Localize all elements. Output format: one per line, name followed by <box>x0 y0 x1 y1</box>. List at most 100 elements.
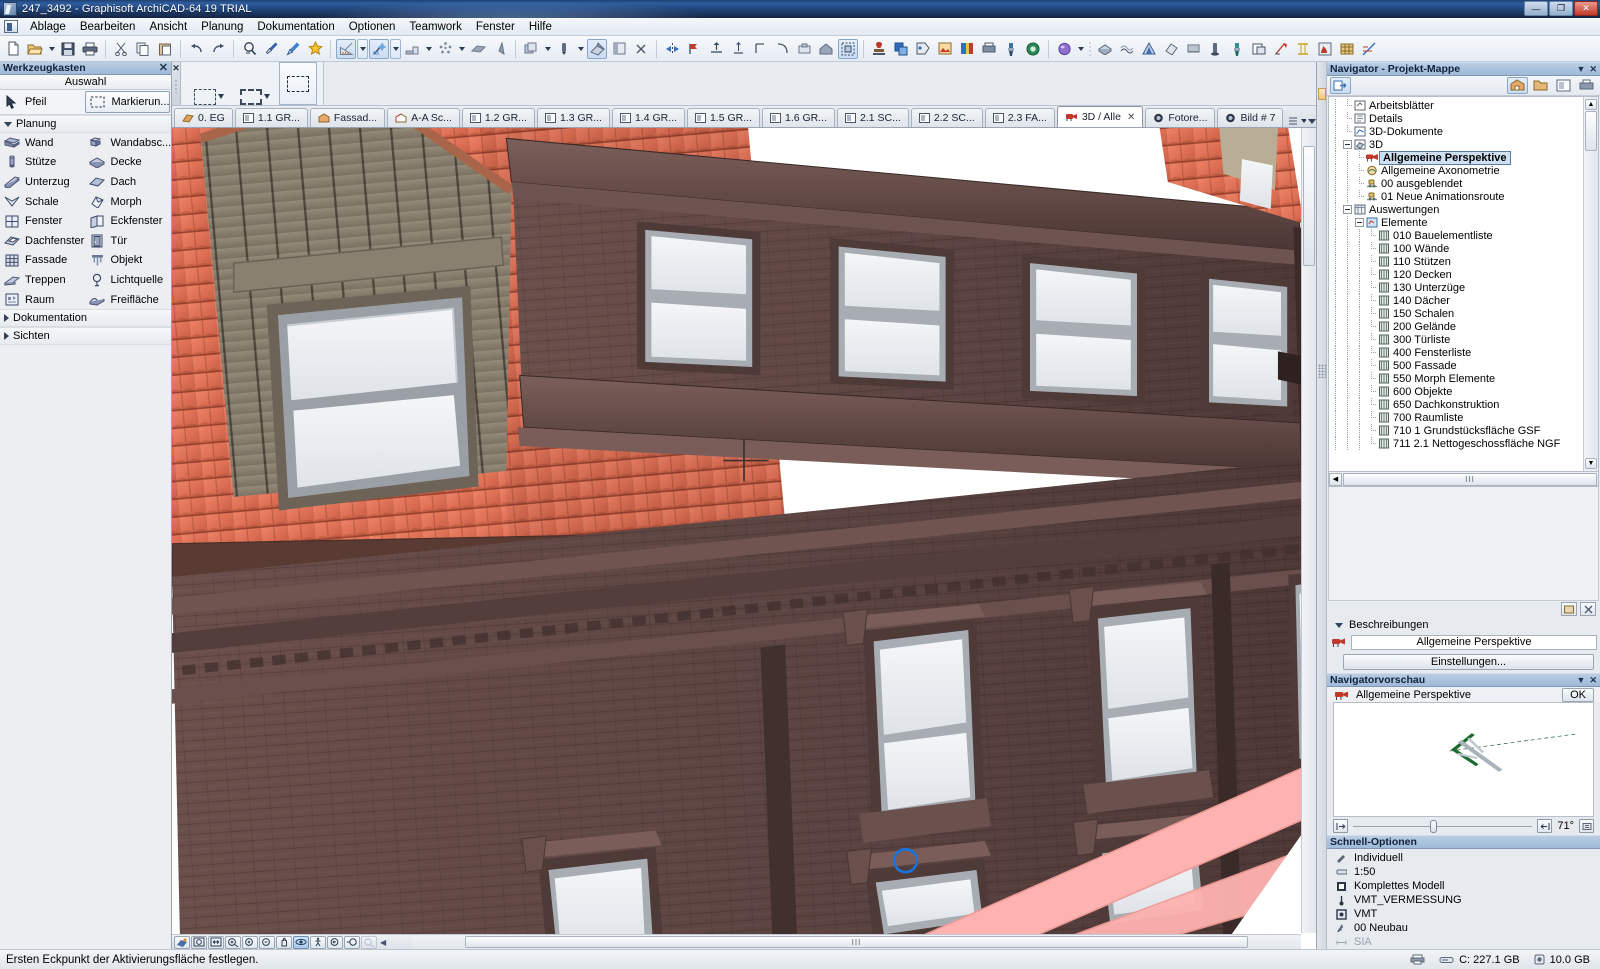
navigator-mode-icon[interactable] <box>1330 77 1351 94</box>
fillet-icon[interactable] <box>772 39 792 59</box>
fire-safety-icon[interactable] <box>1315 39 1335 59</box>
tree-item-200-gel-nde[interactable]: 200 Gelände <box>1329 320 1583 333</box>
open-dropdown-icon[interactable] <box>46 39 57 59</box>
tree-hscroll-thumb[interactable]: III <box>1343 473 1597 486</box>
settings-button[interactable]: Einstellungen... <box>1343 654 1594 670</box>
paint-icon[interactable] <box>1001 39 1021 59</box>
tool-raum[interactable]: Raum <box>0 290 86 310</box>
save-icon[interactable] <box>58 39 78 59</box>
pen-weight-icon[interactable] <box>554 39 574 59</box>
copy-settings-icon[interactable] <box>891 39 911 59</box>
navigator-collapse-icon[interactable]: ▼ <box>1577 64 1586 74</box>
prev-zoom-icon[interactable] <box>327 936 343 949</box>
tool-wandabschluss[interactable]: Wandabsc... <box>86 133 172 153</box>
group-icon[interactable] <box>794 39 814 59</box>
tab-a-a-schnitt[interactable]: A-A Sc... <box>387 108 460 127</box>
tab-1-6-gr[interactable]: 1.6 GR... <box>762 108 835 127</box>
tool-fenster[interactable]: Fenster <box>0 211 86 231</box>
tree-expander[interactable] <box>1341 203 1353 216</box>
navigator-close-icon[interactable]: ✕ <box>1589 64 1597 75</box>
copy-icon[interactable] <box>133 39 153 59</box>
zoom-window-icon[interactable] <box>191 936 207 949</box>
zoom-reset-icon[interactable] <box>361 936 377 949</box>
tree-item-01-neue-animationsroute[interactable]: 01 Neue Animationsroute <box>1329 190 1583 203</box>
preview-settings-icon[interactable] <box>1579 819 1594 833</box>
tree-item-400-fensterliste[interactable]: 400 Fensterliste <box>1329 346 1583 359</box>
next-zoom-icon[interactable] <box>344 936 360 949</box>
marquee-thin-dropdown-icon[interactable] <box>218 94 224 99</box>
tool-dach[interactable]: Dach <box>86 172 172 192</box>
maximize-button[interactable]: ❐ <box>1549 1 1573 16</box>
energy-icon[interactable] <box>1023 39 1043 59</box>
group-planung[interactable]: Planung <box>0 115 171 133</box>
menu-item-hilfe[interactable]: Hilfe <box>522 19 559 35</box>
group-dokumentation[interactable]: Dokumentation <box>0 309 171 327</box>
tab-overflow-icon[interactable] <box>1308 119 1316 124</box>
tree-item-710-1-grundst-cksfl-che-gsf[interactable]: 710 1 Grundstücksfläche GSF <box>1329 424 1583 437</box>
widen-angle-icon[interactable] <box>1333 819 1348 833</box>
quick-option-00-neubau[interactable]: 00 Neubau <box>1327 921 1600 935</box>
marquee-thick-tool[interactable] <box>233 62 277 105</box>
tool-wand[interactable]: Wand <box>0 133 86 153</box>
tool-unterzug[interactable]: Unterzug <box>0 172 86 192</box>
tool-fassade[interactable]: Fassade <box>0 251 86 271</box>
quick-option-vmt-vermessung[interactable]: VMT_VERMESSUNG <box>1327 893 1600 907</box>
syringe-icon[interactable] <box>283 39 303 59</box>
menu-item-ablage[interactable]: Ablage <box>23 19 73 35</box>
palette-grip[interactable]: ✕ <box>172 62 181 105</box>
undo-icon[interactable] <box>186 39 206 59</box>
grid-tool-icon[interactable] <box>1359 39 1379 59</box>
menu-item-planung[interactable]: Planung <box>194 19 250 35</box>
close-button[interactable]: ✕ <box>1574 1 1598 16</box>
preview-close-icon[interactable]: ✕ <box>1589 675 1597 686</box>
viewport-hscrollbar[interactable]: III <box>412 934 1301 949</box>
tree-item-140-d-cher[interactable]: 140 Dächer <box>1329 294 1583 307</box>
palette-close-icon[interactable]: ✕ <box>172 64 180 73</box>
tree-expander[interactable] <box>1341 138 1353 151</box>
favorites-star-icon[interactable] <box>305 39 325 59</box>
tab-1-4-gr[interactable]: 1.4 GR... <box>612 108 685 127</box>
tree-vscrollbar[interactable]: ▲ ▼ <box>1583 97 1598 471</box>
open-icon[interactable] <box>25 39 45 59</box>
mirror-icon[interactable] <box>662 39 682 59</box>
angle-slider[interactable] <box>1353 819 1532 833</box>
pan-icon[interactable] <box>276 936 292 949</box>
mesh-tool-icon[interactable] <box>1117 39 1137 59</box>
project-map-icon[interactable] <box>1507 77 1528 94</box>
tool-freiflaeche[interactable]: Freifläche <box>86 290 172 310</box>
tree-expander[interactable] <box>1353 216 1365 229</box>
tool-decke[interactable]: Decke <box>86 153 172 173</box>
explore-icon[interactable] <box>310 936 326 949</box>
snap-points-dropdown-icon[interactable] <box>456 39 467 59</box>
tab-1-3-gr[interactable]: 1.3 GR... <box>537 108 610 127</box>
door-schedule-icon[interactable] <box>1249 39 1269 59</box>
zoom-in-icon[interactable] <box>242 936 258 949</box>
menu-item-optionen[interactable]: Optionen <box>342 19 403 35</box>
align-icon[interactable] <box>728 39 748 59</box>
marquee-active-tool[interactable] <box>279 62 317 105</box>
tool-lichtquelle[interactable]: Lichtquelle <box>86 270 172 290</box>
tool-tuer[interactable]: Tür <box>86 231 172 251</box>
close-view-icon[interactable] <box>631 39 651 59</box>
tree-item-010-bauelementliste[interactable]: 010 Bauelementliste <box>1329 229 1583 242</box>
quick-option-sia[interactable]: SIA <box>1327 935 1600 949</box>
menu-item-ansicht[interactable]: Ansicht <box>142 19 194 35</box>
marquee-thick-dropdown-icon[interactable] <box>264 94 270 99</box>
quick-option-vmt[interactable]: VMT <box>1327 907 1600 921</box>
description-value[interactable]: Allgemeine Perspektive <box>1351 635 1597 650</box>
elevate-icon[interactable] <box>706 39 726 59</box>
tool-markierung[interactable]: Markierun... <box>85 91 170 113</box>
tool-morph[interactable]: Morph <box>86 192 172 212</box>
menu-item-fenster[interactable]: Fenster <box>469 19 522 35</box>
quick-option-komplettes-modell[interactable]: Komplettes Modell <box>1327 879 1600 893</box>
quick-option-1-50[interactable]: 1:50 <box>1327 865 1600 879</box>
layers-icon[interactable] <box>521 39 541 59</box>
render-dropdown-icon[interactable] <box>1075 39 1086 59</box>
stamp-icon[interactable] <box>869 39 889 59</box>
measure-dropdown-icon[interactable] <box>357 39 368 59</box>
tree-item-details[interactable]: Details <box>1329 112 1583 125</box>
fit-window-icon[interactable] <box>208 936 224 949</box>
corner-icon[interactable] <box>750 39 770 59</box>
tab-1-1-gr[interactable]: 1.1 GR... <box>235 108 308 127</box>
dock-strip[interactable] <box>1317 62 1327 949</box>
